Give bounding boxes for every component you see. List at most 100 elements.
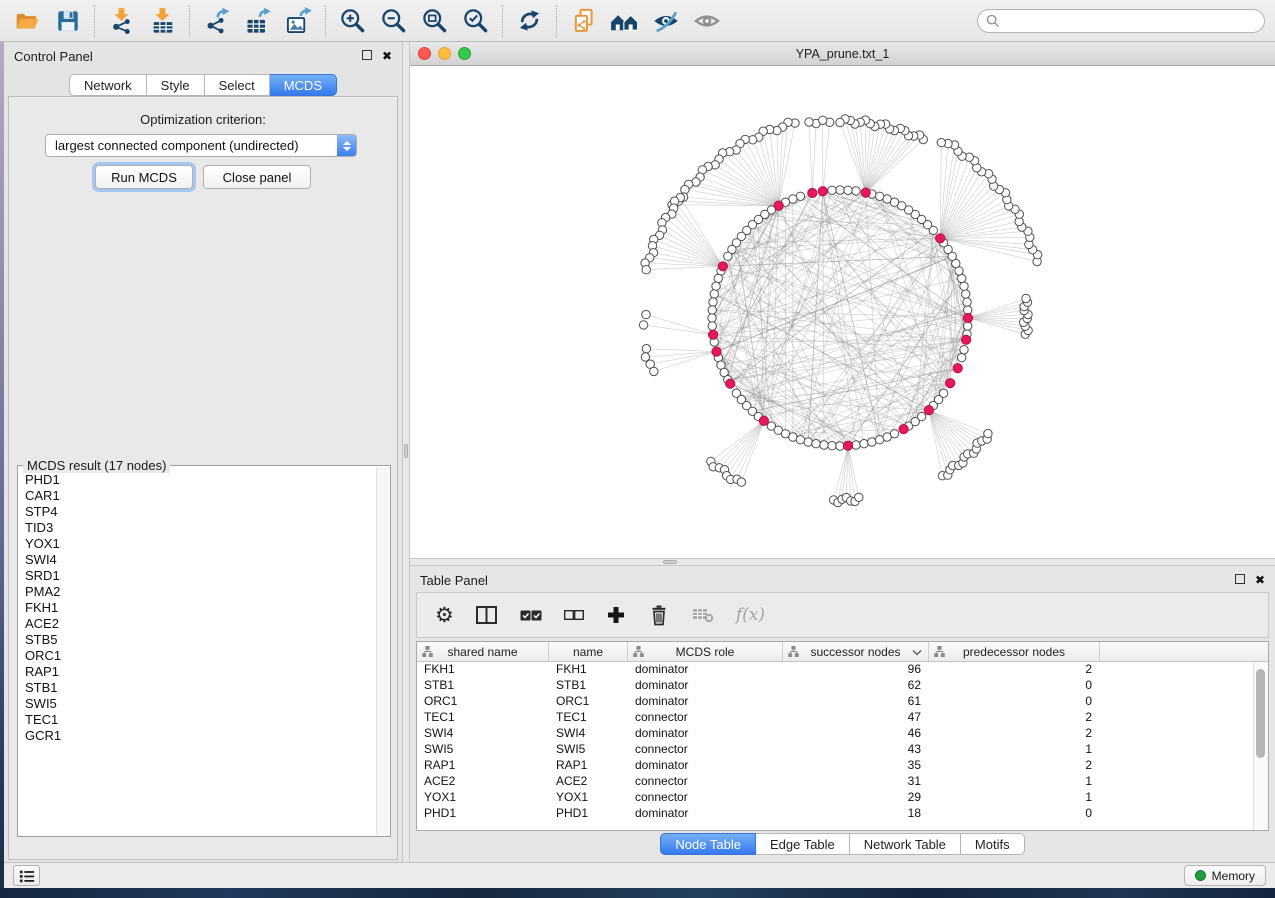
table-cell[interactable]: ACE2	[417, 774, 549, 790]
table-row[interactable]: ACE2ACE2connector311	[417, 774, 1253, 790]
table-cell[interactable]: 2	[929, 710, 1100, 726]
splitter-grip[interactable]	[404, 444, 408, 458]
show-columns-button[interactable]	[476, 606, 498, 624]
list-item[interactable]: SWI4	[25, 552, 376, 568]
table-cell[interactable]: 2	[929, 726, 1100, 742]
save-session-button[interactable]	[47, 3, 88, 39]
mcds-result-list[interactable]: PHD1CAR1STP4TID3YOX1SWI4SRD1PMA2FKH1ACE2…	[19, 467, 376, 835]
table-cell[interactable]: ORC1	[417, 694, 549, 710]
table-cell[interactable]: 1	[929, 790, 1100, 806]
splitter-grip[interactable]	[663, 560, 677, 564]
float-panel-button[interactable]	[362, 47, 372, 65]
table-cell[interactable]: ACE2	[549, 774, 628, 790]
table-cell[interactable]: connector	[628, 742, 783, 758]
table-row[interactable]: YOX1YOX1connector291	[417, 790, 1253, 806]
list-item[interactable]: YOX1	[25, 536, 376, 552]
list-item[interactable]: SRD1	[25, 568, 376, 584]
table-cell[interactable]: dominator	[628, 694, 783, 710]
table-body[interactable]: FKH1FKH1dominator962STB1STB1dominator620…	[417, 662, 1253, 830]
refresh-view-button[interactable]	[509, 3, 550, 39]
table-cell[interactable]: 31	[783, 774, 929, 790]
list-item[interactable]: PHD1	[25, 472, 376, 488]
table-cell[interactable]: 61	[783, 694, 929, 710]
table-cell[interactable]: PHD1	[549, 806, 628, 822]
table-cell[interactable]: STB1	[549, 678, 628, 694]
hide-selected-button[interactable]	[645, 3, 686, 39]
table-cell[interactable]: 47	[783, 710, 929, 726]
zoom-in-button[interactable]	[332, 3, 373, 39]
table-cell[interactable]: SWI5	[549, 742, 628, 758]
tab-edge-table[interactable]: Edge Table	[756, 833, 850, 855]
memory-button[interactable]: Memory	[1184, 865, 1266, 886]
table-cell[interactable]: 2	[929, 758, 1100, 774]
column-header-shared-name[interactable]: shared name	[417, 642, 549, 661]
table-row[interactable]: PHD1PHD1dominator180	[417, 806, 1253, 822]
mcds-list-scrollbar[interactable]	[376, 467, 389, 835]
network-graph[interactable]	[410, 66, 1275, 558]
create-column-button[interactable]	[606, 605, 626, 625]
run-mcds-button[interactable]: Run MCDS	[95, 165, 193, 189]
table-cell[interactable]: dominator	[628, 806, 783, 822]
table-cell[interactable]: dominator	[628, 726, 783, 742]
list-item[interactable]: RAP1	[25, 664, 376, 680]
duplicate-network-button[interactable]	[563, 3, 604, 39]
zoom-selected-button[interactable]	[455, 3, 496, 39]
close-panel-button-mcds[interactable]: Close panel	[203, 165, 311, 189]
table-cell[interactable]: 0	[929, 806, 1100, 822]
list-item[interactable]: SWI5	[25, 696, 376, 712]
list-item[interactable]: CAR1	[25, 488, 376, 504]
first-neighbors-button[interactable]	[604, 3, 645, 39]
table-cell[interactable]: PHD1	[417, 806, 549, 822]
list-item[interactable]: ACE2	[25, 616, 376, 632]
list-item[interactable]: ORC1	[25, 648, 376, 664]
search-box[interactable]	[977, 9, 1265, 33]
table-cell[interactable]: RAP1	[549, 758, 628, 774]
column-header-mcds-role[interactable]: MCDS role	[628, 642, 783, 661]
table-cell[interactable]: FKH1	[417, 662, 549, 678]
select-all-button[interactable]	[520, 609, 542, 622]
table-cell[interactable]: connector	[628, 710, 783, 726]
table-row[interactable]: SWI4SWI4dominator462	[417, 726, 1253, 742]
export-table-button[interactable]	[237, 3, 278, 39]
tab-node-table[interactable]: Node Table	[660, 833, 756, 855]
delete-column-button[interactable]	[648, 604, 670, 627]
vertical-splitter[interactable]	[402, 42, 410, 862]
table-cell[interactable]: 29	[783, 790, 929, 806]
table-cell[interactable]: SWI4	[417, 726, 549, 742]
column-header-name[interactable]: name	[549, 642, 628, 661]
list-item[interactable]: GCR1	[25, 728, 376, 744]
table-cell[interactable]: 1	[929, 774, 1100, 790]
show-all-button[interactable]	[686, 3, 727, 39]
table-cell[interactable]: 43	[783, 742, 929, 758]
table-cell[interactable]: ORC1	[549, 694, 628, 710]
table-cell[interactable]: YOX1	[417, 790, 549, 806]
table-cell[interactable]: 62	[783, 678, 929, 694]
table-row[interactable]: STB1STB1dominator620	[417, 678, 1253, 694]
export-network-button[interactable]	[196, 3, 237, 39]
table-scrollbar[interactable]	[1253, 662, 1268, 830]
tab-select[interactable]: Select	[205, 74, 270, 96]
table-cell[interactable]: YOX1	[549, 790, 628, 806]
table-cell[interactable]: 0	[929, 678, 1100, 694]
table-settings-button[interactable]: ⚙	[435, 605, 454, 625]
list-item[interactable]: STB5	[25, 632, 376, 648]
zoom-out-button[interactable]	[373, 3, 414, 39]
zoom-fit-button[interactable]	[414, 3, 455, 39]
list-item[interactable]: STP4	[25, 504, 376, 520]
table-cell[interactable]: SWI5	[417, 742, 549, 758]
table-cell[interactable]: connector	[628, 790, 783, 806]
scrollbar-thumb[interactable]	[1256, 669, 1265, 758]
table-cell[interactable]: 18	[783, 806, 929, 822]
table-cell[interactable]: 0	[929, 694, 1100, 710]
table-cell[interactable]: 46	[783, 726, 929, 742]
list-item[interactable]: FKH1	[25, 600, 376, 616]
table-cell[interactable]: RAP1	[417, 758, 549, 774]
panel-menu-button[interactable]	[13, 865, 40, 886]
table-cell[interactable]: dominator	[628, 678, 783, 694]
criterion-select[interactable]: largest connected component (undirected)	[45, 134, 357, 157]
tab-style[interactable]: Style	[147, 74, 205, 96]
list-item[interactable]: PMA2	[25, 584, 376, 600]
table-cell[interactable]: dominator	[628, 758, 783, 774]
table-row[interactable]: FKH1FKH1dominator962	[417, 662, 1253, 678]
table-cell[interactable]: SWI4	[549, 726, 628, 742]
